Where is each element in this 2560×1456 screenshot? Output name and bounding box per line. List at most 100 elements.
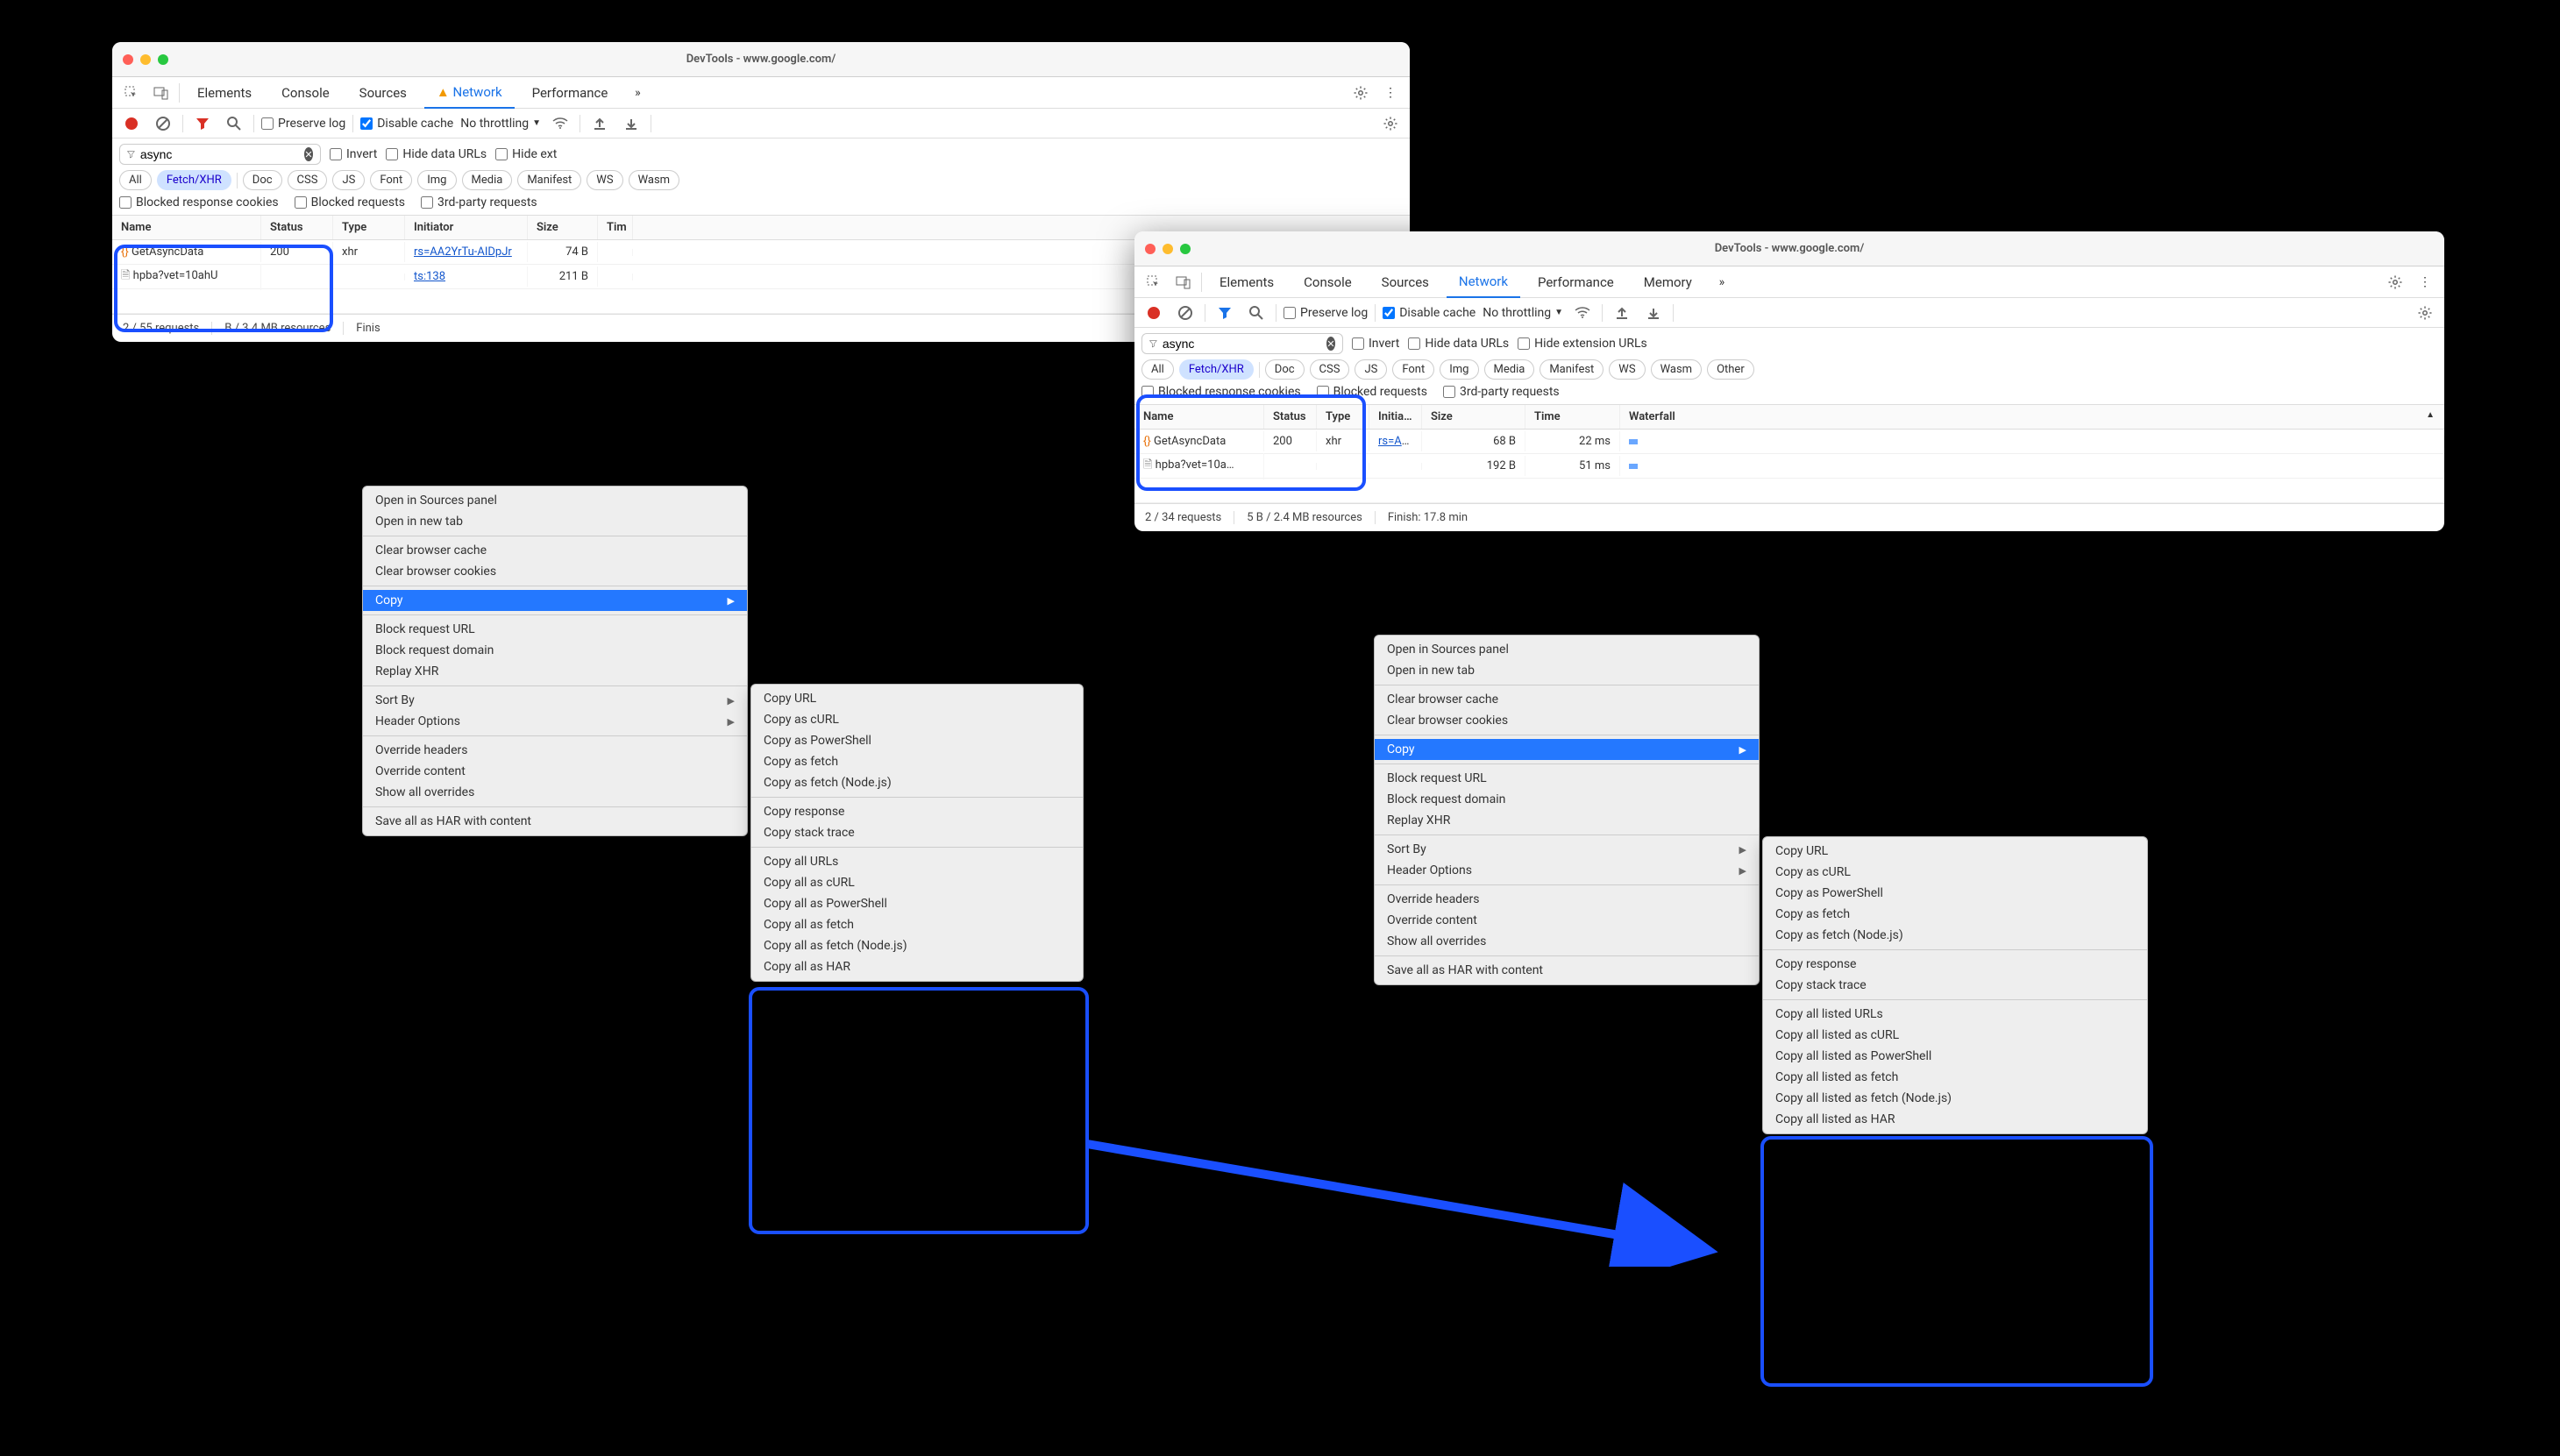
third-party-checkbox[interactable]: 3rd-party requests <box>421 195 537 210</box>
ctx-item[interactable]: Block request URL <box>363 619 747 640</box>
ctx-item[interactable]: Open in new tab <box>363 511 747 532</box>
blocked-requests-checkbox[interactable]: Blocked requests <box>295 195 405 210</box>
th-status[interactable]: Status <box>1264 405 1317 429</box>
ctx-item[interactable]: Copy all as fetch <box>751 914 1083 935</box>
type-pill-font[interactable]: Font <box>1392 359 1434 380</box>
type-pill-css[interactable]: CSS <box>288 170 328 190</box>
hide-ext-urls-checkbox[interactable]: Hide ext <box>495 147 557 161</box>
blocked-cookies-checkbox[interactable]: Blocked response cookies <box>119 195 279 210</box>
tab-network[interactable]: Network <box>1447 266 1520 298</box>
maximize-window-icon[interactable] <box>1180 244 1191 254</box>
th-tim[interactable]: Tim <box>598 216 633 239</box>
more-icon[interactable]: ⋮ <box>2413 270 2437 295</box>
ctx-item[interactable]: Copy response <box>751 801 1083 822</box>
tabs-overflow-icon[interactable]: » <box>625 81 650 105</box>
clear-filter-icon[interactable]: ✕ <box>304 147 313 161</box>
clear-icon[interactable] <box>151 111 175 136</box>
ctx-item[interactable]: Header Options▶ <box>1375 860 1759 881</box>
ctx-item[interactable]: Open in Sources panel <box>363 490 747 511</box>
type-pill-manifest[interactable]: Manifest <box>1540 359 1604 380</box>
disable-cache-checkbox[interactable]: Disable cache <box>1383 306 1476 320</box>
clear-icon[interactable] <box>1173 301 1198 325</box>
type-pill-font[interactable]: Font <box>370 170 412 190</box>
ctx-item[interactable]: Copy as fetch (Node.js) <box>751 772 1083 793</box>
ctx-item[interactable]: Copy all as fetch (Node.js) <box>751 935 1083 956</box>
hide-data-urls-checkbox[interactable]: Hide data URLs <box>1408 337 1509 351</box>
third-party-checkbox[interactable]: 3rd-party requests <box>1443 385 1560 399</box>
ctx-item[interactable]: Copy▶ <box>1375 739 1759 760</box>
search-icon[interactable] <box>1244 301 1269 325</box>
preserve-log-checkbox[interactable]: Preserve log <box>261 117 345 131</box>
ctx-item[interactable]: Open in new tab <box>1375 660 1759 681</box>
th-name[interactable]: Name <box>112 216 261 239</box>
ctx-item[interactable]: Replay XHR <box>1375 810 1759 831</box>
type-pill-img[interactable]: Img <box>1440 359 1478 380</box>
throttling-select[interactable]: No throttling ▼ <box>460 117 541 131</box>
invert-checkbox[interactable]: Invert <box>330 147 377 161</box>
throttling-select[interactable]: No throttling ▼ <box>1483 306 1563 320</box>
device-toggle-icon[interactable] <box>149 85 174 101</box>
ctx-item[interactable]: Copy all listed as HAR <box>1763 1109 2147 1130</box>
ctx-item[interactable]: Sort By▶ <box>363 690 747 711</box>
tab-sources[interactable]: Sources <box>1369 267 1441 297</box>
ctx-item[interactable]: Override content <box>363 761 747 782</box>
filter-text-field[interactable] <box>1163 337 1321 351</box>
type-pill-js[interactable]: JS <box>332 170 365 190</box>
tabs-overflow-icon[interactable]: » <box>1710 270 1734 295</box>
disable-cache-checkbox[interactable]: Disable cache <box>360 117 453 131</box>
table-row[interactable]: 🗎 hpba?vet=10a…192 B51 ms <box>1134 454 2444 479</box>
type-pill-other[interactable]: Other <box>1707 359 1754 380</box>
record-button[interactable] <box>1141 301 1166 325</box>
blocked-requests-checkbox[interactable]: Blocked requests <box>1317 385 1427 399</box>
ctx-item[interactable]: Clear browser cookies <box>363 561 747 582</box>
filter-input[interactable]: ✕ <box>119 144 321 165</box>
hide-ext-urls-checkbox[interactable]: Hide extension URLs <box>1518 337 1647 351</box>
preserve-log-checkbox[interactable]: Preserve log <box>1284 306 1368 320</box>
ctx-item[interactable]: Save all as HAR with content <box>363 811 747 832</box>
ctx-item[interactable]: Block request URL <box>1375 768 1759 789</box>
ctx-item[interactable]: Header Options▶ <box>363 711 747 732</box>
ctx-item[interactable]: Override content <box>1375 910 1759 931</box>
ctx-item[interactable]: Copy stack trace <box>751 822 1083 843</box>
upload-icon[interactable] <box>587 111 612 136</box>
inspect-icon[interactable] <box>119 85 144 101</box>
type-pill-manifest[interactable]: Manifest <box>517 170 581 190</box>
type-pill-all[interactable]: All <box>119 170 152 190</box>
type-pill-fetchxhr[interactable]: Fetch/XHR <box>157 170 231 190</box>
ctx-item[interactable]: Block request domain <box>1375 789 1759 810</box>
type-pill-media[interactable]: Media <box>1484 359 1535 380</box>
th-type[interactable]: Type <box>333 216 405 239</box>
th-size[interactable]: Size <box>528 216 598 239</box>
tab-sources[interactable]: Sources <box>347 78 419 108</box>
table-row[interactable]: {} GetAsyncData200xhrrs=AA268 B22 ms <box>1134 430 2444 454</box>
ctx-item[interactable]: Copy▶ <box>363 590 747 611</box>
ctx-item[interactable]: Copy as fetch <box>1763 904 2147 925</box>
settings-icon[interactable] <box>2383 270 2407 295</box>
type-pill-css[interactable]: CSS <box>1310 359 1350 380</box>
tab-console[interactable]: Console <box>269 78 342 108</box>
type-pill-doc[interactable]: Doc <box>243 170 282 190</box>
type-pill-ws[interactable]: WS <box>587 170 622 190</box>
ctx-item[interactable]: Copy all listed as fetch (Node.js) <box>1763 1088 2147 1109</box>
ctx-item[interactable]: Copy all URLs <box>751 851 1083 872</box>
ctx-item[interactable]: Copy stack trace <box>1763 975 2147 996</box>
close-window-icon[interactable] <box>123 54 133 65</box>
ctx-item[interactable]: Copy all as HAR <box>751 956 1083 977</box>
ctx-item[interactable]: Copy all listed URLs <box>1763 1004 2147 1025</box>
tab-console[interactable]: Console <box>1291 267 1364 297</box>
ctx-item[interactable]: Override headers <box>363 740 747 761</box>
ctx-item[interactable]: Copy as cURL <box>751 709 1083 730</box>
ctx-item[interactable]: Sort By▶ <box>1375 839 1759 860</box>
upload-icon[interactable] <box>1610 301 1634 325</box>
ctx-item[interactable]: Copy as fetch (Node.js) <box>1763 925 2147 946</box>
th-name[interactable]: Name <box>1134 405 1264 429</box>
ctx-item[interactable]: Replay XHR <box>363 661 747 682</box>
th-initiator[interactable]: Initiator <box>405 216 528 239</box>
ctx-item[interactable]: Copy URL <box>1763 841 2147 862</box>
download-icon[interactable] <box>1641 301 1666 325</box>
device-toggle-icon[interactable] <box>1171 274 1196 290</box>
download-icon[interactable] <box>619 111 644 136</box>
ctx-item[interactable]: Copy as cURL <box>1763 862 2147 883</box>
ctx-item[interactable]: Clear browser cache <box>363 540 747 561</box>
filter-icon[interactable] <box>1212 301 1237 325</box>
